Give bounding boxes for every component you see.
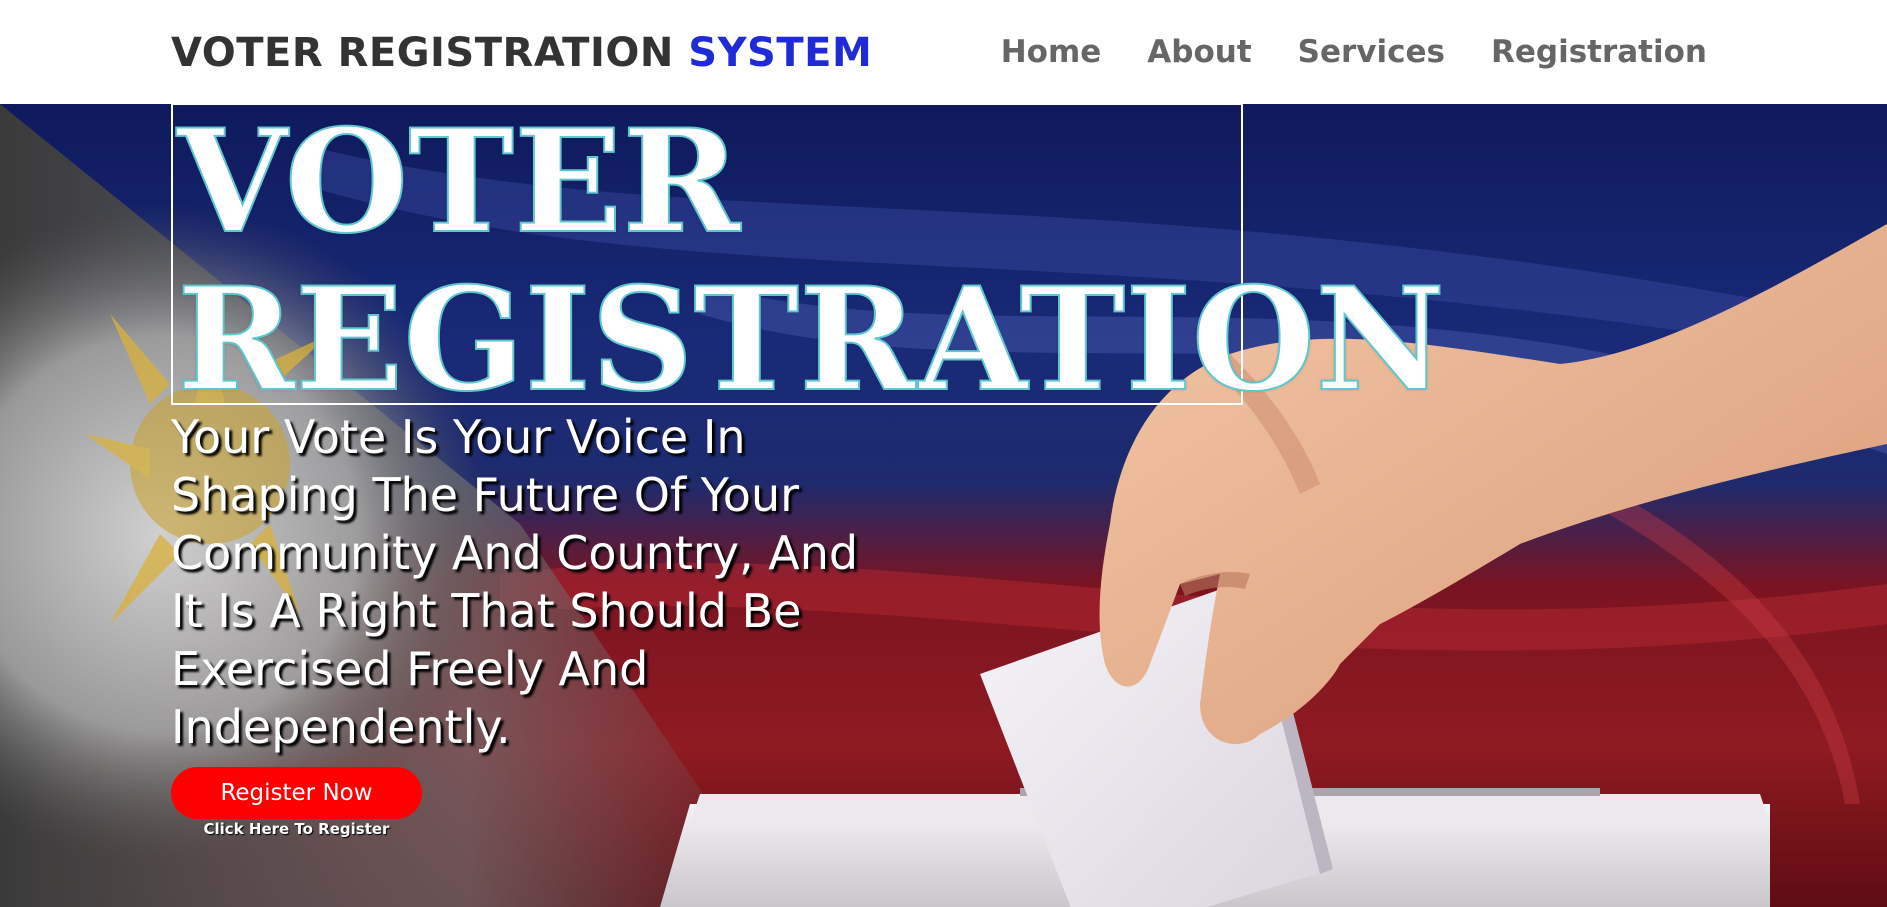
register-hint-text: Click Here To Register bbox=[203, 820, 390, 838]
headline-line-1: VOTER bbox=[176, 99, 741, 265]
nav-registration-link[interactable]: Registration bbox=[1491, 34, 1707, 70]
hero-headline: VOTER REGISTRATION bbox=[176, 99, 1446, 423]
site-brand[interactable]: VOTER REGISTRATION SYSTEM bbox=[171, 30, 872, 76]
page: VOTER REGISTRATION SYSTEM Home About Ser… bbox=[0, 0, 1887, 907]
headline-frame: VOTER REGISTRATION bbox=[171, 102, 1446, 420]
nav-home-link[interactable]: Home bbox=[1001, 34, 1102, 70]
hero-tagline: Your Vote Is Your Voice In Shaping The F… bbox=[171, 410, 859, 754]
brand-main-text: VOTER REGISTRATION bbox=[171, 30, 674, 76]
nav-about-link[interactable]: About bbox=[1147, 34, 1251, 70]
top-navbar: VOTER REGISTRATION SYSTEM Home About Ser… bbox=[0, 0, 1887, 104]
headline-line-2: REGISTRATION bbox=[176, 257, 1446, 423]
brand-accent-text: SYSTEM bbox=[688, 30, 873, 76]
main-nav: Home About Services Registration bbox=[1001, 34, 1707, 70]
register-now-button[interactable]: Register Now bbox=[171, 767, 422, 819]
nav-services-link[interactable]: Services bbox=[1298, 34, 1445, 70]
